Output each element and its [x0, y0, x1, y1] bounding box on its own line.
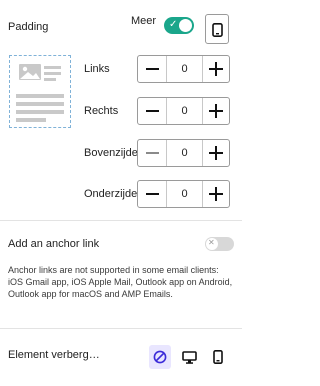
toggle-knob — [179, 19, 192, 32]
more-toggle[interactable]: ✓ — [164, 17, 194, 34]
section-divider — [0, 328, 242, 329]
padding-bottom-label: Onderzijde — [84, 188, 138, 200]
section-divider — [0, 220, 242, 221]
hide-desktop-button[interactable] — [179, 345, 201, 369]
mobile-device-button[interactable] — [205, 14, 229, 44]
anchor-link-toggle[interactable]: ✕ — [205, 237, 234, 251]
hide-icon — [153, 350, 167, 364]
desktop-icon — [182, 351, 197, 364]
padding-bottom-value[interactable]: 0 — [166, 181, 203, 207]
hide-element-title: Element verberg… — [8, 349, 100, 361]
padding-left-stepper: 0 — [137, 55, 230, 83]
padding-title: Padding — [8, 21, 49, 33]
decrement-button[interactable] — [138, 98, 166, 124]
more-label: Meer — [131, 15, 157, 27]
decrement-button[interactable] — [138, 56, 166, 82]
decrement-button[interactable] — [138, 140, 166, 166]
decrement-button[interactable] — [138, 181, 166, 207]
padding-right-value[interactable]: 0 — [166, 98, 203, 124]
increment-button[interactable] — [203, 56, 229, 82]
mobile-icon — [213, 350, 223, 364]
hide-mobile-button[interactable] — [207, 345, 229, 369]
padding-bottom-stepper: 0 — [137, 180, 230, 208]
image-icon — [19, 64, 61, 81]
padding-left-value[interactable]: 0 — [166, 56, 203, 82]
padding-top-stepper: 0 — [137, 139, 230, 167]
increment-button[interactable] — [203, 181, 229, 207]
increment-button[interactable] — [203, 98, 229, 124]
padding-right-label: Rechts — [84, 105, 119, 117]
hide-none-button[interactable] — [149, 345, 171, 369]
anchor-link-note: Anchor links are not supported in some e… — [8, 265, 233, 299]
padding-left-label: Links — [84, 63, 110, 75]
anchor-link-title: Add an anchor link — [8, 238, 100, 250]
check-icon: ✓ — [169, 19, 178, 30]
increment-button[interactable] — [203, 140, 229, 166]
mobile-icon — [212, 23, 223, 37]
padding-top-label: Bovenzijde — [84, 147, 138, 159]
padding-top-value[interactable]: 0 — [166, 140, 203, 166]
padding-right-stepper: 0 — [137, 97, 230, 125]
close-icon: ✕ — [208, 238, 215, 247]
padding-preview — [9, 55, 71, 128]
